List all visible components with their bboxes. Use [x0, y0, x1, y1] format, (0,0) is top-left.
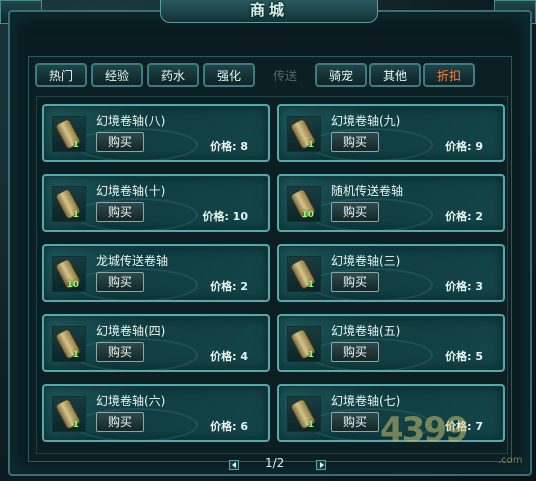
item-icon-slot[interactable]: 1 [287, 326, 321, 362]
item-icon-slot[interactable]: 1 [287, 396, 321, 432]
item-price: 价格: 10 [202, 210, 248, 223]
item-icon-slot[interactable]: 1 [287, 116, 321, 152]
item-name: 幻境卷轴(五) [331, 324, 401, 338]
item-name: 随机传送卷轴 [331, 184, 404, 198]
item-quantity: 1 [72, 420, 79, 430]
tab-hot[interactable]: 热门 [35, 63, 87, 87]
buy-button[interactable]: 购买 [331, 412, 379, 432]
item-name: 幻境卷轴(九) [331, 114, 401, 128]
tab-discount[interactable]: 折扣 [423, 63, 475, 87]
item-price: 价格: 9 [445, 140, 483, 153]
item-card: 1 幻境卷轴(四) 购买 价格: 4 [42, 314, 270, 372]
buy-button[interactable]: 购买 [331, 272, 379, 292]
window-title: 商城 [160, 0, 378, 23]
item-price: 价格: 2 [210, 280, 248, 293]
item-price: 价格: 4 [210, 350, 248, 363]
item-price: 价格: 6 [210, 420, 248, 433]
item-name: 幻境卷轴(四) [96, 324, 166, 338]
item-quantity: 1 [307, 420, 314, 430]
item-name: 幻境卷轴(八) [96, 114, 166, 128]
buy-button[interactable]: 购买 [96, 342, 144, 362]
buy-button[interactable]: 购买 [331, 202, 379, 222]
item-name: 龙城传送卷轴 [96, 254, 169, 268]
item-name: 幻境卷轴(六) [96, 394, 166, 408]
item-quantity: 10 [66, 280, 79, 290]
item-price: 价格: 5 [445, 350, 483, 363]
item-icon-slot[interactable]: 10 [52, 256, 86, 292]
item-icon-slot[interactable]: 1 [52, 116, 86, 152]
tab-enhance[interactable]: 强化 [203, 63, 255, 87]
item-name: 幻境卷轴(三) [331, 254, 401, 268]
buy-button[interactable]: 购买 [96, 272, 144, 292]
buy-button[interactable]: 购买 [96, 202, 144, 222]
item-card: 1 幻境卷轴(九) 购买 价格: 9 [277, 104, 505, 162]
item-price: 价格: 8 [210, 140, 248, 153]
item-quantity: 1 [307, 280, 314, 290]
tab-mount[interactable]: 骑宠 [315, 63, 367, 87]
buy-button[interactable]: 购买 [96, 132, 144, 152]
page-indicator: 1/2 [265, 456, 285, 470]
item-quantity: 1 [307, 350, 314, 360]
item-name: 幻境卷轴(十) [96, 184, 166, 198]
item-quantity: 1 [307, 140, 314, 150]
item-quantity: 1 [72, 140, 79, 150]
item-price: 价格: 2 [445, 210, 483, 223]
tab-exp[interactable]: 经验 [91, 63, 143, 87]
next-page-button[interactable] [316, 460, 326, 470]
prev-page-button[interactable] [229, 460, 239, 470]
item-card: 1 幻境卷轴(五) 购买 价格: 5 [277, 314, 505, 372]
item-price: 价格: 3 [445, 280, 483, 293]
tab-potion[interactable]: 药水 [147, 63, 199, 87]
item-card: 10 随机传送卷轴 购买 价格: 2 [277, 174, 505, 232]
pagination: 1/2 [0, 455, 536, 475]
item-quantity: 1 [72, 210, 79, 220]
item-icon-slot[interactable]: 1 [52, 186, 86, 222]
buy-button[interactable]: 购买 [331, 132, 379, 152]
item-quantity: 10 [301, 210, 314, 220]
tab-other[interactable]: 其他 [369, 63, 421, 87]
item-card: 10 龙城传送卷轴 购买 价格: 2 [42, 244, 270, 302]
item-icon-slot[interactable]: 10 [287, 186, 321, 222]
buy-button[interactable]: 购买 [331, 342, 379, 362]
item-card: 1 幻境卷轴(八) 购买 价格: 8 [42, 104, 270, 162]
shop-window: 商城 热门 经验 药水 强化 传送 骑宠 其他 折扣 1 幻境卷轴(八) 购买 … [0, 0, 536, 481]
item-icon-slot[interactable]: 1 [52, 396, 86, 432]
item-card: 1 幻境卷轴(六) 购买 价格: 6 [42, 384, 270, 442]
item-name: 幻境卷轴(七) [331, 394, 401, 408]
item-card: 1 幻境卷轴(十) 购买 价格: 10 [42, 174, 270, 232]
item-icon-slot[interactable]: 1 [52, 326, 86, 362]
item-card: 1 幻境卷轴(三) 购买 价格: 3 [277, 244, 505, 302]
buy-button[interactable]: 购买 [96, 412, 144, 432]
tab-teleport[interactable]: 传送 [259, 63, 311, 87]
site-watermark: 4399 [380, 410, 469, 450]
item-icon-slot[interactable]: 1 [287, 256, 321, 292]
item-quantity: 1 [72, 350, 79, 360]
